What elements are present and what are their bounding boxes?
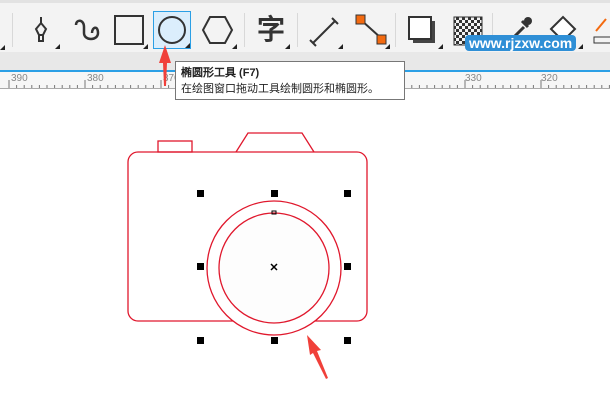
tooltip-title: 椭圆形工具 (F7) bbox=[181, 67, 260, 79]
camera-shutter-button[interactable] bbox=[157, 140, 193, 153]
tooltip-description: 在绘图窗口拖动工具绘制圆形和椭圆形。 bbox=[181, 83, 379, 95]
arrow-annotation bbox=[159, 45, 171, 86]
arrow-annotation bbox=[307, 335, 328, 379]
camera-viewfinder[interactable] bbox=[235, 132, 315, 153]
tooltip: 椭圆形工具 (F7) 在绘图窗口拖动工具绘制圆形和椭圆形。 bbox=[175, 61, 405, 100]
